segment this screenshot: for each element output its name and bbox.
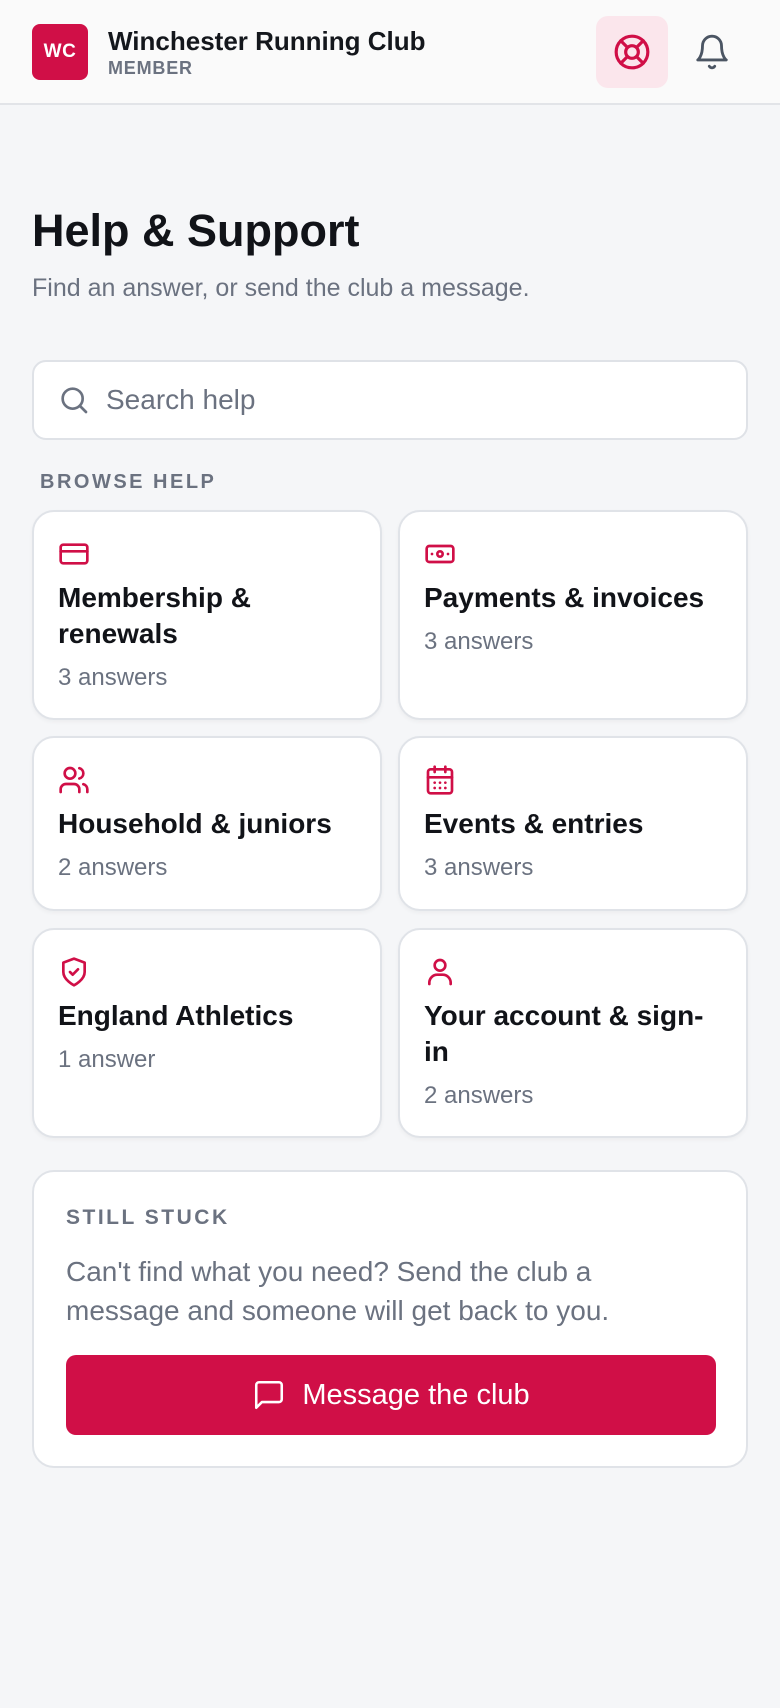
user-icon bbox=[428, 958, 452, 986]
still-stuck-panel: STILL STUCK Can't find what you need? Se… bbox=[32, 1170, 748, 1468]
search-icon bbox=[61, 387, 88, 414]
member-role: MEMBER bbox=[108, 58, 193, 78]
category-title: Membership & renewals bbox=[58, 582, 251, 649]
category-title: Household & juniors bbox=[58, 808, 332, 839]
category-card-events[interactable]: Events & entries 3 answers bbox=[398, 736, 748, 911]
category-count: 2 answers bbox=[58, 854, 168, 881]
category-card-membership[interactable]: Membership & renewals 3 answers bbox=[32, 510, 382, 720]
message-square-icon bbox=[255, 1380, 284, 1410]
page-title: Help & Support bbox=[32, 205, 360, 256]
lifebuoy-icon bbox=[614, 34, 650, 70]
message-club-label: Message the club bbox=[302, 1378, 530, 1411]
category-title: Events & entries bbox=[424, 808, 644, 839]
browse-help-label: BROWSE HELP bbox=[40, 471, 217, 493]
category-count: 2 answers bbox=[424, 1082, 534, 1109]
category-card-payments[interactable]: Payments & invoices 3 answers bbox=[398, 510, 748, 720]
help-button[interactable] bbox=[596, 16, 668, 88]
club-logo: WC bbox=[32, 24, 88, 80]
category-title: England Athletics bbox=[58, 1000, 294, 1031]
message-club-button[interactable]: Message the club bbox=[66, 1355, 716, 1435]
category-card-england-athletics[interactable]: England Athletics 1 answer bbox=[32, 928, 382, 1138]
category-card-household[interactable]: Household & juniors 2 answers bbox=[32, 736, 382, 911]
users-icon bbox=[59, 766, 89, 794]
category-count: 3 answers bbox=[58, 664, 168, 691]
category-count: 1 answer bbox=[58, 1046, 156, 1073]
shield-check-icon bbox=[62, 957, 86, 987]
search-box[interactable] bbox=[32, 360, 748, 440]
notifications-button[interactable] bbox=[676, 16, 748, 88]
app-header: WC Winchester Running Club MEMBER bbox=[0, 0, 780, 105]
category-title: Your account & sign-in bbox=[424, 1000, 704, 1067]
page-subtitle: Find an answer, or send the club a messa… bbox=[32, 274, 530, 302]
club-name: Winchester Running Club bbox=[108, 26, 426, 56]
calendar-icon bbox=[426, 765, 454, 795]
category-title: Payments & invoices bbox=[424, 582, 705, 613]
category-count: 3 answers bbox=[424, 854, 534, 881]
still-stuck-text: Can't find what you need? Send the club … bbox=[66, 1256, 610, 1326]
credit-card-icon bbox=[59, 543, 89, 565]
still-stuck-label: STILL STUCK bbox=[66, 1206, 230, 1229]
search-input[interactable] bbox=[106, 364, 726, 436]
banknote-icon bbox=[425, 544, 455, 564]
category-card-account[interactable]: Your account & sign-in 2 answers bbox=[398, 928, 748, 1138]
bell-icon bbox=[696, 34, 728, 70]
category-count: 3 answers bbox=[424, 628, 534, 655]
